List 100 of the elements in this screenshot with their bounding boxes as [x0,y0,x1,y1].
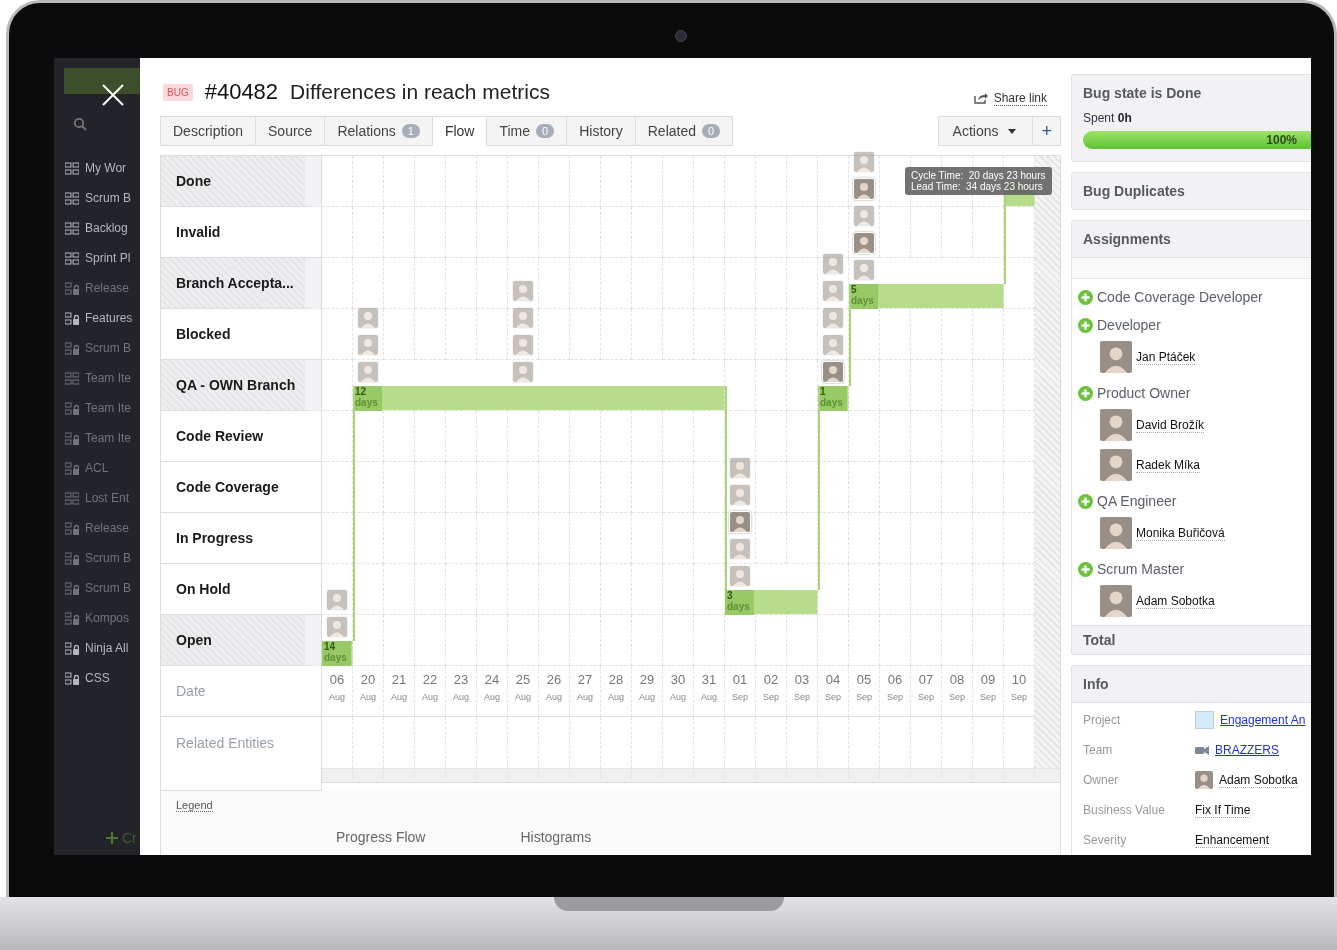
avatar[interactable] [822,334,844,356]
date-day: 28 [608,672,624,687]
date-day: 08 [949,672,965,687]
person-link[interactable]: David Brožík [1136,417,1205,433]
tab[interactable]: Relations 1 [325,116,433,146]
sidebar-item[interactable]: My Wor [54,153,140,183]
add-icon [1078,493,1093,509]
avatar[interactable] [853,205,875,227]
avatar[interactable] [326,589,348,611]
role-name: QA Engineer [1097,493,1177,509]
date-day: 07 [918,672,934,687]
search-icon [73,116,87,131]
avatar-silhouette [1100,341,1132,373]
date-month: Sep [732,692,748,702]
sidebar-item[interactable]: Features [54,303,140,333]
avatar[interactable] [512,280,534,302]
avatar[interactable] [512,334,534,356]
add-icon [1078,385,1093,401]
avatar[interactable] [853,232,875,254]
date-month: Aug [515,692,531,702]
tab[interactable]: Flow [432,116,488,146]
person-link[interactable]: Adam Sobotka [1136,593,1215,609]
avatar[interactable] [729,484,751,506]
state-label: QA - OWN Branch [161,360,321,411]
locked-board-icon [65,281,79,295]
avatar-silhouette [1100,517,1132,549]
avatar[interactable] [822,361,844,383]
avatar[interactable] [729,565,751,587]
avatar-silhouette [1100,585,1132,617]
team-link[interactable]: BRAZZERS [1215,743,1279,757]
sidebar-item[interactable]: Ninja All [54,633,140,663]
project-link[interactable]: Engagement An [1220,713,1306,727]
date-month: Sep [794,692,810,702]
avatar[interactable] [822,307,844,329]
add-button[interactable]: + [1033,116,1061,146]
avatar[interactable] [357,334,379,356]
tab[interactable]: Time 0 [487,116,568,146]
avatar[interactable] [512,307,534,329]
avatar[interactable] [326,616,348,638]
duration-label: 1 days [818,386,847,411]
share-link[interactable]: Share link [973,90,1047,106]
state-label: Branch Accepta... [161,258,321,309]
date-day: 09 [980,672,996,687]
owner-link[interactable]: Adam Sobotka [1219,772,1298,788]
person-link[interactable]: Radek Míka [1136,457,1201,473]
field-value[interactable]: Enhancement [1195,832,1270,848]
issue-number: #40482 [204,79,279,105]
avatar[interactable] [853,178,875,200]
date-month: Sep [918,692,934,702]
state-label: In Progress [161,513,321,564]
tab[interactable]: Related 0 [635,116,734,146]
locked-board-icon [65,461,79,475]
avatar[interactable] [822,253,844,275]
date-day: 03 [794,672,810,687]
date-day: 02 [763,672,779,687]
actions-dropdown[interactable]: Actions [937,116,1034,146]
sidebar-item[interactable]: Sprint Pl [54,243,140,273]
field-label: Project [1083,713,1122,727]
avatar[interactable] [357,361,379,383]
count-badge: 0 [702,124,721,138]
avatar[interactable] [853,151,875,173]
avatar[interactable] [729,538,751,560]
avatar[interactable] [729,511,751,533]
avatar[interactable] [512,361,534,383]
avatar[interactable] [822,280,844,302]
tab[interactable]: History [567,116,636,146]
field-value[interactable]: Fix If Time [1195,802,1251,818]
sidebar-item[interactable]: Scrum B [54,183,140,213]
avatar-silhouette [1100,409,1132,441]
avatar[interactable] [853,259,875,281]
date-month: Aug [360,692,376,702]
tab[interactable]: Description [160,116,257,146]
field-label: Severity [1083,833,1128,847]
date-month: Sep [949,692,965,702]
add-icon [1078,289,1093,305]
person-link[interactable]: Monika Buřičová [1136,525,1225,541]
person-link[interactable]: Jan Ptáček [1136,349,1196,365]
avatar[interactable] [357,307,379,329]
date-month: Aug [422,692,438,702]
date-month: Sep [856,692,872,702]
date-month: Sep [887,692,903,702]
avatar[interactable] [729,457,751,479]
date-day: 23 [453,672,469,687]
date-day: 25 [515,672,531,687]
sidebar-item[interactable]: Backlog [54,213,140,243]
webcam-dot [675,30,687,42]
date-day: 24 [484,672,500,687]
state-label: Open [161,615,321,666]
legend-tab[interactable]: Histograms [520,829,592,845]
legend-tab[interactable]: Progress Flow [336,829,426,845]
tab[interactable]: Source [256,116,326,146]
date-day: 10 [1011,672,1027,687]
date-day: 29 [639,672,655,687]
date-month: Aug [391,692,407,702]
sidebar-item[interactable]: CSS [54,663,140,693]
card-title: Bug state is Done [1082,84,1203,103]
horizontal-scrollbar[interactable] [322,768,1060,783]
close-icon [102,84,124,106]
card-title: Bug Duplicates [1082,182,1186,201]
legend-link[interactable]: Legend [176,799,213,812]
